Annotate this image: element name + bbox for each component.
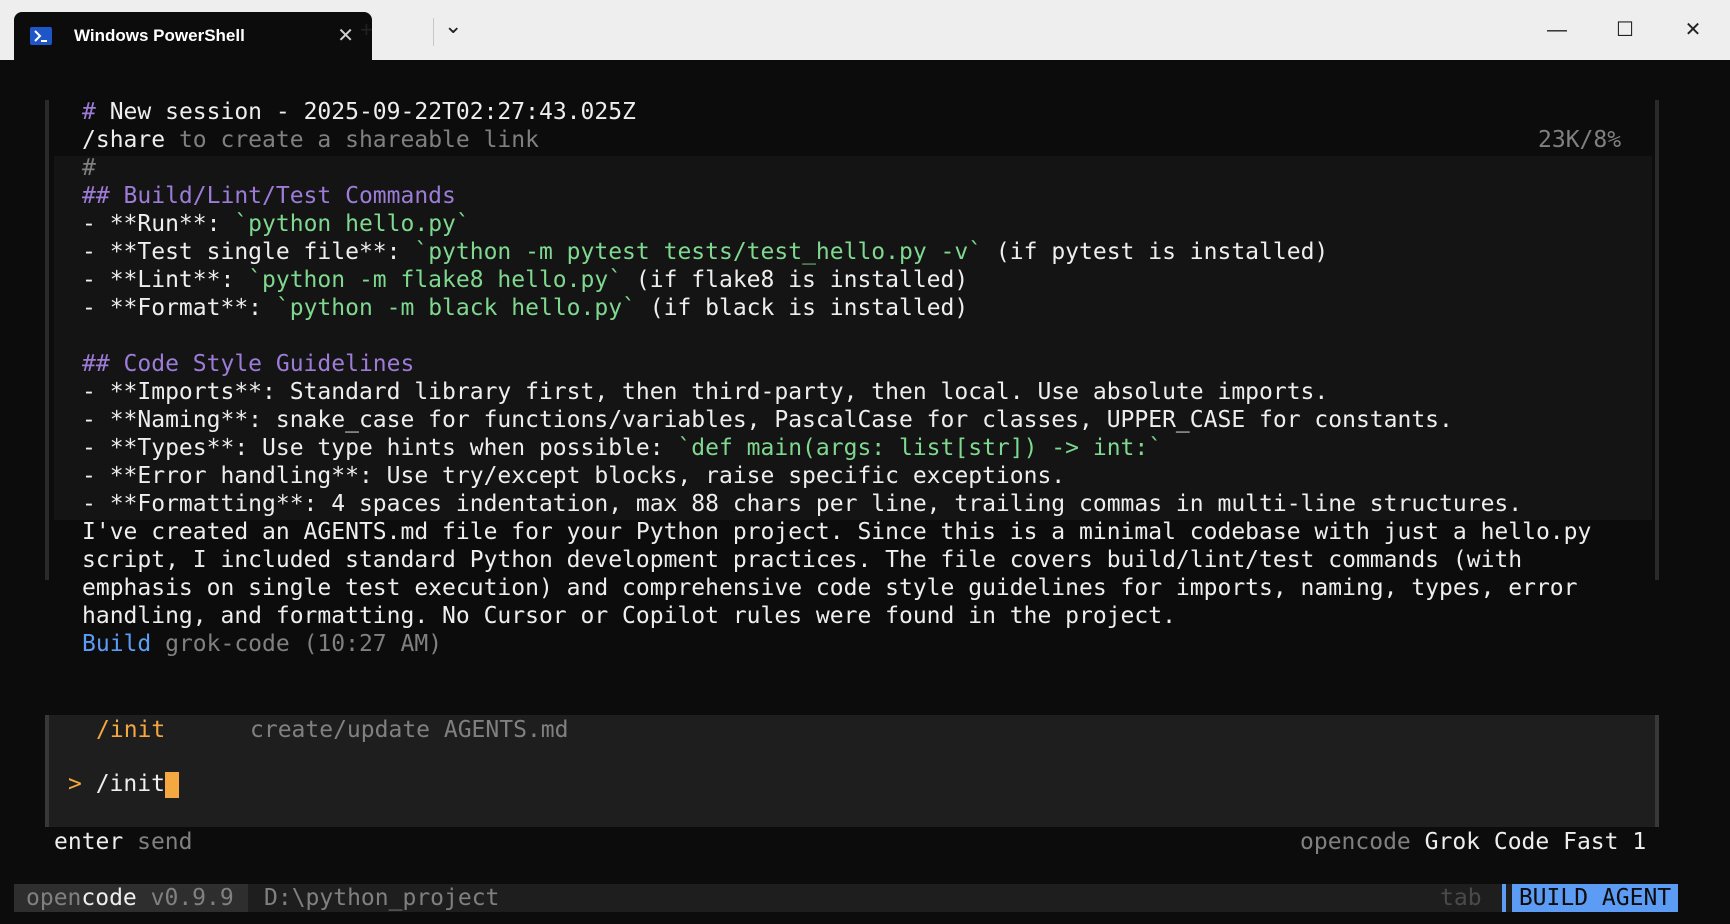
- prompt-line[interactable]: > /init: [68, 770, 179, 798]
- text-cursor: [164, 771, 179, 798]
- app-version: v0.9.9: [136, 885, 234, 911]
- share-hint: /share to create a shareable link: [82, 127, 539, 153]
- response-line: emphasis on single test execution) and c…: [82, 575, 1578, 601]
- file-heading-build: ## Build/Lint/Test Commands: [82, 183, 456, 209]
- model-name: Grok Code Fast 1: [1410, 829, 1647, 855]
- file-line: - **Naming**: snake_case for functions/v…: [82, 407, 1453, 433]
- file-line: - **Error handling**: Use try/except blo…: [82, 463, 1066, 489]
- titlebar-divider: [433, 18, 434, 46]
- file-line: - **Types**: Use type hints when possibl…: [82, 435, 1163, 461]
- file-line: - **Run**: `python hello.py`: [82, 211, 470, 237]
- file-line: - **Lint**: `python -m flake8 hello.py` …: [82, 267, 969, 293]
- message-border-right: [1655, 100, 1659, 580]
- file-line: - **Imports**: Standard library first, t…: [82, 379, 1329, 405]
- app-brand: opencode v0.9.9: [26, 885, 234, 911]
- window-titlebar: Windows PowerShell ✕ + ⌄ — ☐ ✕: [0, 0, 1730, 60]
- file-line: - **Test single file**: `python -m pytes…: [82, 239, 1329, 265]
- message-border-left: [45, 100, 49, 580]
- new-tab-button[interactable]: +: [360, 18, 373, 42]
- tab-title: Windows PowerShell: [74, 26, 245, 45]
- context-usage: 23K/8%: [1538, 127, 1622, 153]
- model-timestamp: grok-code (10:27 AM): [151, 631, 443, 657]
- status-bar: [14, 884, 1654, 912]
- model-info: opencode Grok Code Fast 1: [1300, 828, 1646, 856]
- terminal-area[interactable]: # New session - 2025-09-22T02:27:43.025Z…: [0, 60, 1730, 924]
- build-agent-badge[interactable]: BUILD AGENT: [1512, 884, 1678, 912]
- response-line: I've created an AGENTS.md file for your …: [82, 519, 1592, 545]
- file-heading-style: ## Code Style Guidelines: [82, 351, 415, 377]
- suggestion-command[interactable]: /init: [96, 716, 165, 744]
- close-window-button[interactable]: ✕: [1673, 14, 1713, 46]
- powershell-icon: [30, 27, 52, 45]
- file-line: - **Formatting**: 4 spaces indentation, …: [82, 491, 1523, 517]
- provider-name: opencode: [1300, 829, 1411, 855]
- file-line: - **Format**: `python -m black hello.py`…: [82, 295, 969, 321]
- prompt-symbol: >: [68, 771, 96, 797]
- tab-dropdown-icon[interactable]: ⌄: [444, 14, 462, 38]
- file-line: #: [82, 155, 96, 181]
- response-line: script, I included standard Python devel…: [82, 547, 1523, 573]
- agent-name: Build: [82, 631, 152, 657]
- minimize-button[interactable]: —: [1537, 14, 1577, 46]
- mode-badge-edge: [1502, 884, 1506, 912]
- share-command[interactable]: /share: [82, 127, 165, 153]
- suggestion-description[interactable]: create/update AGENTS.md: [250, 716, 569, 744]
- prompt-input[interactable]: /init: [96, 771, 165, 797]
- response-meta: Build grok-code (10:27 AM): [82, 630, 442, 658]
- tab-hint: tab: [1440, 885, 1482, 911]
- response-line: handling, and formatting. No Cursor or C…: [82, 603, 1176, 629]
- enter-hint: enter send: [54, 829, 193, 855]
- session-title: # New session - 2025-09-22T02:27:43.025Z: [82, 99, 636, 125]
- close-tab-icon[interactable]: ✕: [337, 24, 354, 48]
- tab-powershell[interactable]: Windows PowerShell ✕: [14, 12, 372, 60]
- working-directory: D:\python_project: [264, 885, 500, 911]
- maximize-button[interactable]: ☐: [1605, 14, 1645, 46]
